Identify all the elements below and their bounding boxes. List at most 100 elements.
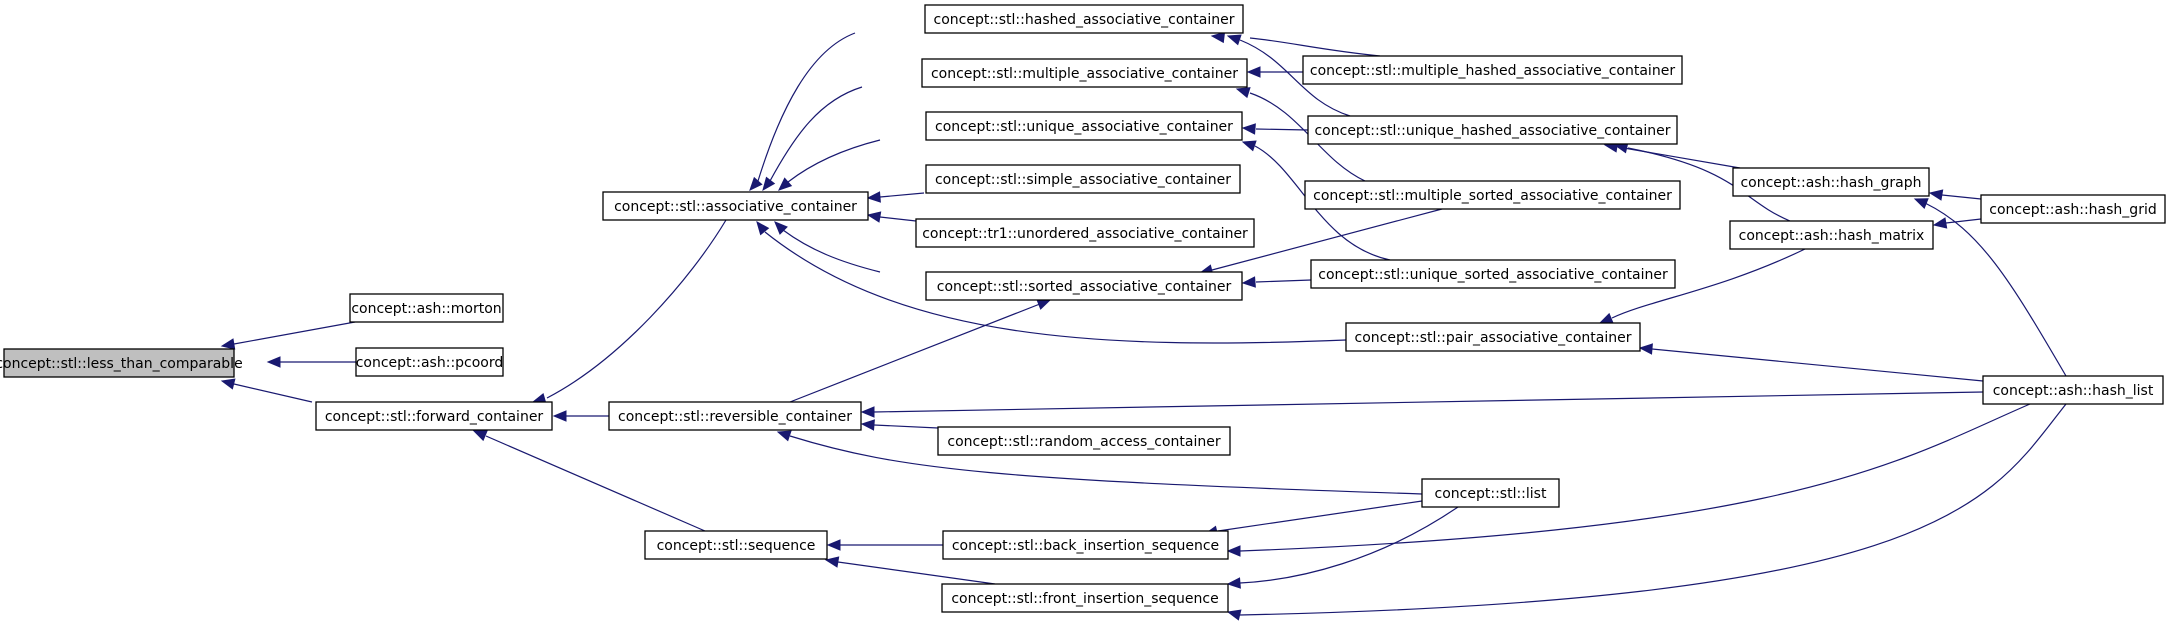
arrowhead-icon <box>1226 545 1241 557</box>
node-hash-matrix[interactable]: concept::ash::hash_matrix <box>1729 220 1934 250</box>
edge-forward-container-to-less-than-comparable <box>220 378 313 403</box>
node-label: concept::stl::associative_container <box>614 199 857 215</box>
arrowhead-icon <box>1226 609 1242 621</box>
edge-morton-to-less-than-comparable <box>220 321 356 350</box>
node-pcoord[interactable]: concept::ash::pcoord <box>355 347 504 377</box>
edge-front-insertion-sequence-to-sequence <box>824 556 996 585</box>
node-unique-sorted-associative-container[interactable]: concept::stl::unique_sorted_associative_… <box>1310 259 1676 289</box>
arrowhead-icon <box>749 176 763 191</box>
node-multiple-hashed-associative-container[interactable]: concept::stl::multiple_hashed_associativ… <box>1302 55 1683 85</box>
edge-back-insertion-sequence-to-sequence <box>826 539 943 551</box>
arrowhead-icon <box>1928 189 1944 201</box>
edge-line <box>1924 202 2067 377</box>
node-label: concept::stl::sequence <box>657 538 816 554</box>
edge-hash-list-to-pair-associative-container <box>1638 343 1984 382</box>
node-label: concept::stl::hashed_associative_contain… <box>934 12 1235 28</box>
edge-hash-grid-to-hash-matrix <box>1932 217 1982 229</box>
node-hash-graph[interactable]: concept::ash::hash_graph <box>1732 167 1930 197</box>
node-back-insertion-sequence[interactable]: concept::stl::back_insertion_sequence <box>942 530 1229 560</box>
node-label: concept::tr1::unordered_associative_cont… <box>922 226 1248 242</box>
edge-line <box>1941 194 1982 200</box>
node-list[interactable]: concept::stl::list <box>1421 478 1560 508</box>
edge-line <box>1239 506 1459 584</box>
edge-line <box>837 561 996 585</box>
node-label: concept::stl::multiple_associative_conta… <box>931 66 1238 82</box>
edge-line <box>1249 37 1381 57</box>
node-front-insertion-sequence[interactable]: concept::stl::front_insertion_sequence <box>941 583 1229 613</box>
edge-multiple-hashed-associative-container-to-multiple-associative-container <box>1246 66 1303 78</box>
node-label: concept::stl::less_than_comparable <box>0 356 243 372</box>
node-label: concept::ash::morton <box>351 301 501 317</box>
edge-line <box>546 219 727 399</box>
arrowhead-icon <box>1246 66 1261 78</box>
node-sorted-associative-container[interactable]: concept::stl::sorted_associative_contain… <box>925 271 1243 301</box>
edge-sorted-associative-container-to-associative-container <box>774 221 881 273</box>
arrowhead-icon <box>778 177 793 191</box>
node-sequence[interactable]: concept::stl::sequence <box>644 530 828 560</box>
arrowhead-icon <box>1598 312 1614 324</box>
node-hashed-associative-container[interactable]: concept::stl::hashed_associative_contain… <box>924 4 1244 34</box>
arrowhead-icon <box>866 191 881 203</box>
arrowhead-icon <box>220 378 236 390</box>
edge-sequence-to-forward-container <box>472 430 706 532</box>
edge-line <box>1651 348 1984 382</box>
node-multiple-associative-container[interactable]: concept::stl::multiple_associative_conta… <box>921 58 1248 88</box>
node-label: concept::stl::sorted_associative_contain… <box>937 279 1232 295</box>
edge-line <box>1217 500 1423 532</box>
node-label: concept::stl::multiple_sorted_associativ… <box>1313 188 1672 204</box>
arrowhead-icon <box>1235 87 1251 99</box>
arrowhead-icon <box>1932 217 1948 229</box>
edge-unique-hashed-associative-container-to-unique-associative-container <box>1241 123 1309 135</box>
edge-line <box>1255 128 1309 131</box>
edge-line <box>879 192 925 198</box>
node-label: concept::stl::forward_container <box>325 409 544 425</box>
arrowhead-icon <box>1210 31 1226 44</box>
node-label: concept::stl::front_insertion_sequence <box>951 591 1218 607</box>
node-pair-associative-container[interactable]: concept::stl::pair_associative_container <box>1345 322 1641 352</box>
node-associative-container[interactable]: concept::stl::associative_container <box>602 191 869 221</box>
node-simple-associative-container[interactable]: concept::stl::simple_associative_contain… <box>925 164 1241 194</box>
arrowhead-icon <box>1226 34 1242 46</box>
node-label: concept::stl::multiple_hashed_associativ… <box>1310 63 1675 79</box>
edge-multiple-associative-container-to-associative-container <box>762 86 863 192</box>
node-hash-list[interactable]: concept::ash::hash_list <box>1982 375 2164 405</box>
node-unique-associative-container[interactable]: concept::stl::unique_associative_contain… <box>925 111 1243 141</box>
node-hash-grid[interactable]: concept::ash::hash_grid <box>1980 194 2166 224</box>
edge-reversible-container-to-forward-container <box>552 410 609 422</box>
edge-line <box>873 424 939 429</box>
edge-line <box>233 321 356 345</box>
edge-unordered-associative-container-to-associative-container <box>866 211 917 223</box>
node-reversible-container[interactable]: concept::stl::reversible_container <box>608 401 862 431</box>
arrowhead-icon <box>824 556 840 568</box>
arrowhead-icon <box>552 410 567 422</box>
arrowhead-icon <box>826 539 841 551</box>
node-random-access-container[interactable]: concept::stl::random_access_container <box>937 426 1231 456</box>
arrowhead-icon <box>860 419 875 431</box>
arrowhead-icon <box>1638 343 1653 355</box>
arrowhead-icon <box>1241 276 1256 288</box>
node-multiple-sorted-associative-container[interactable]: concept::stl::multiple_sorted_associativ… <box>1304 180 1681 210</box>
node-label: concept::ash::hash_grid <box>1989 202 2156 218</box>
edge-line <box>789 299 1051 403</box>
edge-simple-associative-container-to-associative-container <box>866 191 925 203</box>
edge-line <box>1239 403 2031 552</box>
edge-hash-list-to-front-insertion-sequence <box>1226 403 2067 621</box>
edge-line <box>485 435 706 532</box>
edge-list-to-front-insertion-sequence <box>1226 506 1459 589</box>
node-label: concept::stl::pair_associative_container <box>1355 330 1632 346</box>
node-forward-container[interactable]: concept::stl::forward_container <box>315 401 553 431</box>
edge-line <box>233 383 313 403</box>
node-unordered-associative-container[interactable]: concept::tr1::unordered_associative_cont… <box>915 218 1255 248</box>
arrowhead-icon <box>860 406 875 418</box>
node-unique-hashed-associative-container[interactable]: concept::stl::unique_hashed_associative_… <box>1307 115 1678 145</box>
arrowhead-icon <box>776 430 792 442</box>
arrowhead-icon <box>472 430 488 442</box>
edge-line <box>879 216 917 222</box>
node-morton[interactable]: concept::ash::morton <box>349 293 504 323</box>
edge-random-access-container-to-reversible-container <box>860 419 939 431</box>
edge-pcoord-to-less-than-comparable <box>266 356 356 368</box>
node-less-than-comparable: concept::stl::less_than_comparable <box>0 348 243 378</box>
node-label: concept::stl::reversible_container <box>618 409 852 425</box>
arrowhead-icon <box>1913 198 1929 209</box>
node-label: concept::stl::simple_associative_contain… <box>935 172 1231 188</box>
